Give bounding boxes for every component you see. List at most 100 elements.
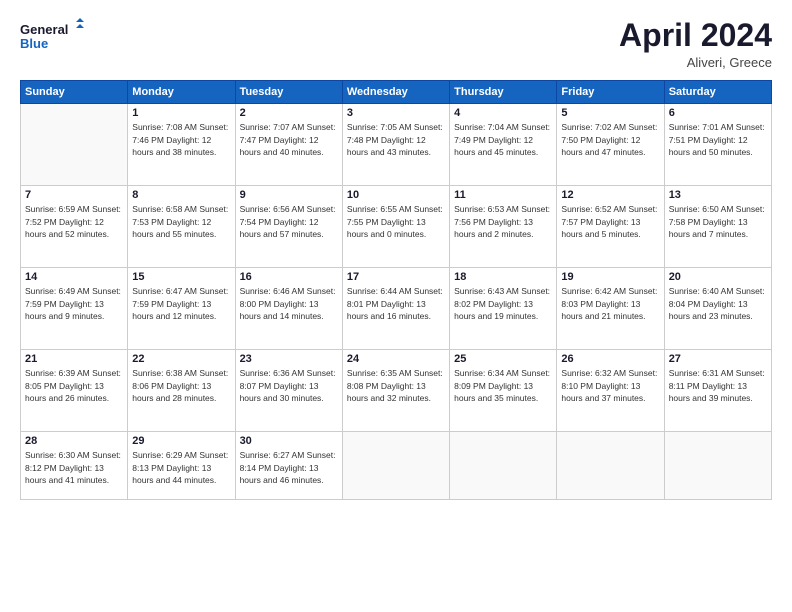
table-row: 11 Sunrise: 6:53 AM Sunset: 7:56 PM Dayli… bbox=[450, 186, 557, 268]
table-row bbox=[664, 432, 771, 500]
day-number: 22 bbox=[132, 353, 230, 365]
day-info: Sunrise: 7:01 AM Sunset: 7:51 PM Dayligh… bbox=[669, 121, 767, 158]
col-sunday: Sunday bbox=[21, 81, 128, 104]
header-row: Sunday Monday Tuesday Wednesday Thursday… bbox=[21, 81, 772, 104]
day-number: 16 bbox=[240, 271, 338, 283]
day-info: Sunrise: 6:47 AM Sunset: 7:59 PM Dayligh… bbox=[132, 285, 230, 322]
day-info: Sunrise: 6:36 AM Sunset: 8:07 PM Dayligh… bbox=[240, 367, 338, 404]
day-number: 9 bbox=[240, 189, 338, 201]
svg-text:Blue: Blue bbox=[20, 36, 48, 51]
table-row: 23 Sunrise: 6:36 AM Sunset: 8:07 PM Dayli… bbox=[235, 350, 342, 432]
day-number: 20 bbox=[669, 271, 767, 283]
table-row bbox=[557, 432, 664, 500]
table-row bbox=[450, 432, 557, 500]
day-info: Sunrise: 6:44 AM Sunset: 8:01 PM Dayligh… bbox=[347, 285, 445, 322]
svg-text:General: General bbox=[20, 22, 68, 37]
table-row: 4 Sunrise: 7:04 AM Sunset: 7:49 PM Daylig… bbox=[450, 104, 557, 186]
table-row: 7Sunrise: 6:59 AM Sunset: 7:52 PM Daylig… bbox=[21, 186, 128, 268]
day-info: Sunrise: 6:50 AM Sunset: 7:58 PM Dayligh… bbox=[669, 203, 767, 240]
day-info: Sunrise: 6:55 AM Sunset: 7:55 PM Dayligh… bbox=[347, 203, 445, 240]
table-row: 20 Sunrise: 6:40 AM Sunset: 8:04 PM Dayli… bbox=[664, 268, 771, 350]
day-info: Sunrise: 6:52 AM Sunset: 7:57 PM Dayligh… bbox=[561, 203, 659, 240]
day-number: 6 bbox=[669, 107, 767, 119]
logo-svg: General Blue bbox=[20, 18, 90, 56]
day-number: 8 bbox=[132, 189, 230, 201]
table-row bbox=[21, 104, 128, 186]
day-number: 18 bbox=[454, 271, 552, 283]
day-info: Sunrise: 6:29 AM Sunset: 8:13 PM Dayligh… bbox=[132, 449, 230, 486]
day-number: 30 bbox=[240, 435, 338, 447]
table-row: 2 Sunrise: 7:07 AM Sunset: 7:47 PM Daylig… bbox=[235, 104, 342, 186]
col-saturday: Saturday bbox=[664, 81, 771, 104]
table-row: 3 Sunrise: 7:05 AM Sunset: 7:48 PM Daylig… bbox=[342, 104, 449, 186]
day-number: 19 bbox=[561, 271, 659, 283]
header: General Blue April 2024 Aliveri, Greece bbox=[20, 18, 772, 70]
table-row: 18 Sunrise: 6:43 AM Sunset: 8:02 PM Dayli… bbox=[450, 268, 557, 350]
day-number: 24 bbox=[347, 353, 445, 365]
day-info: Sunrise: 7:04 AM Sunset: 7:49 PM Dayligh… bbox=[454, 121, 552, 158]
day-info: Sunrise: 6:38 AM Sunset: 8:06 PM Dayligh… bbox=[132, 367, 230, 404]
day-number: 3 bbox=[347, 107, 445, 119]
day-info: Sunrise: 6:49 AM Sunset: 7:59 PM Dayligh… bbox=[25, 285, 123, 322]
day-number: 25 bbox=[454, 353, 552, 365]
day-number: 15 bbox=[132, 271, 230, 283]
day-number: 13 bbox=[669, 189, 767, 201]
table-row: 12Sunrise: 6:52 AM Sunset: 7:57 PM Dayli… bbox=[557, 186, 664, 268]
day-info: Sunrise: 6:58 AM Sunset: 7:53 PM Dayligh… bbox=[132, 203, 230, 240]
table-row: 17 Sunrise: 6:44 AM Sunset: 8:01 PM Dayli… bbox=[342, 268, 449, 350]
table-row: 25 Sunrise: 6:34 AM Sunset: 8:09 PM Dayli… bbox=[450, 350, 557, 432]
table-row: 21Sunrise: 6:39 AM Sunset: 8:05 PM Dayli… bbox=[21, 350, 128, 432]
day-info: Sunrise: 6:31 AM Sunset: 8:11 PM Dayligh… bbox=[669, 367, 767, 404]
logo: General Blue bbox=[20, 18, 90, 56]
day-info: Sunrise: 6:27 AM Sunset: 8:14 PM Dayligh… bbox=[240, 449, 338, 486]
col-thursday: Thursday bbox=[450, 81, 557, 104]
page: General Blue April 2024 Aliveri, Greece … bbox=[0, 0, 792, 612]
week-row: 1Sunrise: 7:08 AM Sunset: 7:46 PM Daylig… bbox=[21, 104, 772, 186]
col-tuesday: Tuesday bbox=[235, 81, 342, 104]
table-row: 13 Sunrise: 6:50 AM Sunset: 7:58 PM Dayli… bbox=[664, 186, 771, 268]
day-number: 17 bbox=[347, 271, 445, 283]
day-info: Sunrise: 6:43 AM Sunset: 8:02 PM Dayligh… bbox=[454, 285, 552, 322]
day-number: 29 bbox=[132, 435, 230, 447]
day-number: 11 bbox=[454, 189, 552, 201]
table-row: 14Sunrise: 6:49 AM Sunset: 7:59 PM Dayli… bbox=[21, 268, 128, 350]
week-row: 7Sunrise: 6:59 AM Sunset: 7:52 PM Daylig… bbox=[21, 186, 772, 268]
table-row: 19 Sunrise: 6:42 AM Sunset: 8:03 PM Dayli… bbox=[557, 268, 664, 350]
week-row: 28 Sunrise: 6:30 AM Sunset: 8:12 PM Dayli… bbox=[21, 432, 772, 500]
day-info: Sunrise: 6:30 AM Sunset: 8:12 PM Dayligh… bbox=[25, 449, 123, 486]
title-area: April 2024 Aliveri, Greece bbox=[619, 18, 772, 70]
table-row: 29 Sunrise: 6:29 AM Sunset: 8:13 PM Dayli… bbox=[128, 432, 235, 500]
table-row: 22 Sunrise: 6:38 AM Sunset: 8:06 PM Dayli… bbox=[128, 350, 235, 432]
table-row: 26 Sunrise: 6:32 AM Sunset: 8:10 PM Dayli… bbox=[557, 350, 664, 432]
month-title: April 2024 bbox=[619, 18, 772, 53]
table-row: 28 Sunrise: 6:30 AM Sunset: 8:12 PM Dayli… bbox=[21, 432, 128, 500]
day-info: Sunrise: 7:02 AM Sunset: 7:50 PM Dayligh… bbox=[561, 121, 659, 158]
day-number: 26 bbox=[561, 353, 659, 365]
day-info: Sunrise: 6:42 AM Sunset: 8:03 PM Dayligh… bbox=[561, 285, 659, 322]
col-monday: Monday bbox=[128, 81, 235, 104]
day-info: Sunrise: 6:53 AM Sunset: 7:56 PM Dayligh… bbox=[454, 203, 552, 240]
day-info: Sunrise: 7:05 AM Sunset: 7:48 PM Dayligh… bbox=[347, 121, 445, 158]
day-info: Sunrise: 7:08 AM Sunset: 7:46 PM Dayligh… bbox=[132, 121, 230, 158]
location: Aliveri, Greece bbox=[619, 55, 772, 70]
col-friday: Friday bbox=[557, 81, 664, 104]
day-number: 23 bbox=[240, 353, 338, 365]
day-info: Sunrise: 6:40 AM Sunset: 8:04 PM Dayligh… bbox=[669, 285, 767, 322]
day-info: Sunrise: 7:07 AM Sunset: 7:47 PM Dayligh… bbox=[240, 121, 338, 158]
day-number: 27 bbox=[669, 353, 767, 365]
day-number: 2 bbox=[240, 107, 338, 119]
day-info: Sunrise: 6:35 AM Sunset: 8:08 PM Dayligh… bbox=[347, 367, 445, 404]
day-number: 4 bbox=[454, 107, 552, 119]
table-row: 1Sunrise: 7:08 AM Sunset: 7:46 PM Daylig… bbox=[128, 104, 235, 186]
calendar-body: 1Sunrise: 7:08 AM Sunset: 7:46 PM Daylig… bbox=[21, 104, 772, 500]
day-info: Sunrise: 6:34 AM Sunset: 8:09 PM Dayligh… bbox=[454, 367, 552, 404]
day-info: Sunrise: 6:32 AM Sunset: 8:10 PM Dayligh… bbox=[561, 367, 659, 404]
day-number: 28 bbox=[25, 435, 123, 447]
week-row: 21Sunrise: 6:39 AM Sunset: 8:05 PM Dayli… bbox=[21, 350, 772, 432]
table-row: 16 Sunrise: 6:46 AM Sunset: 8:00 PM Dayli… bbox=[235, 268, 342, 350]
day-info: Sunrise: 6:46 AM Sunset: 8:00 PM Dayligh… bbox=[240, 285, 338, 322]
table-row: 27 Sunrise: 6:31 AM Sunset: 8:11 PM Dayli… bbox=[664, 350, 771, 432]
table-row: 30 Sunrise: 6:27 AM Sunset: 8:14 PM Dayli… bbox=[235, 432, 342, 500]
table-row: 5Sunrise: 7:02 AM Sunset: 7:50 PM Daylig… bbox=[557, 104, 664, 186]
day-number: 21 bbox=[25, 353, 123, 365]
